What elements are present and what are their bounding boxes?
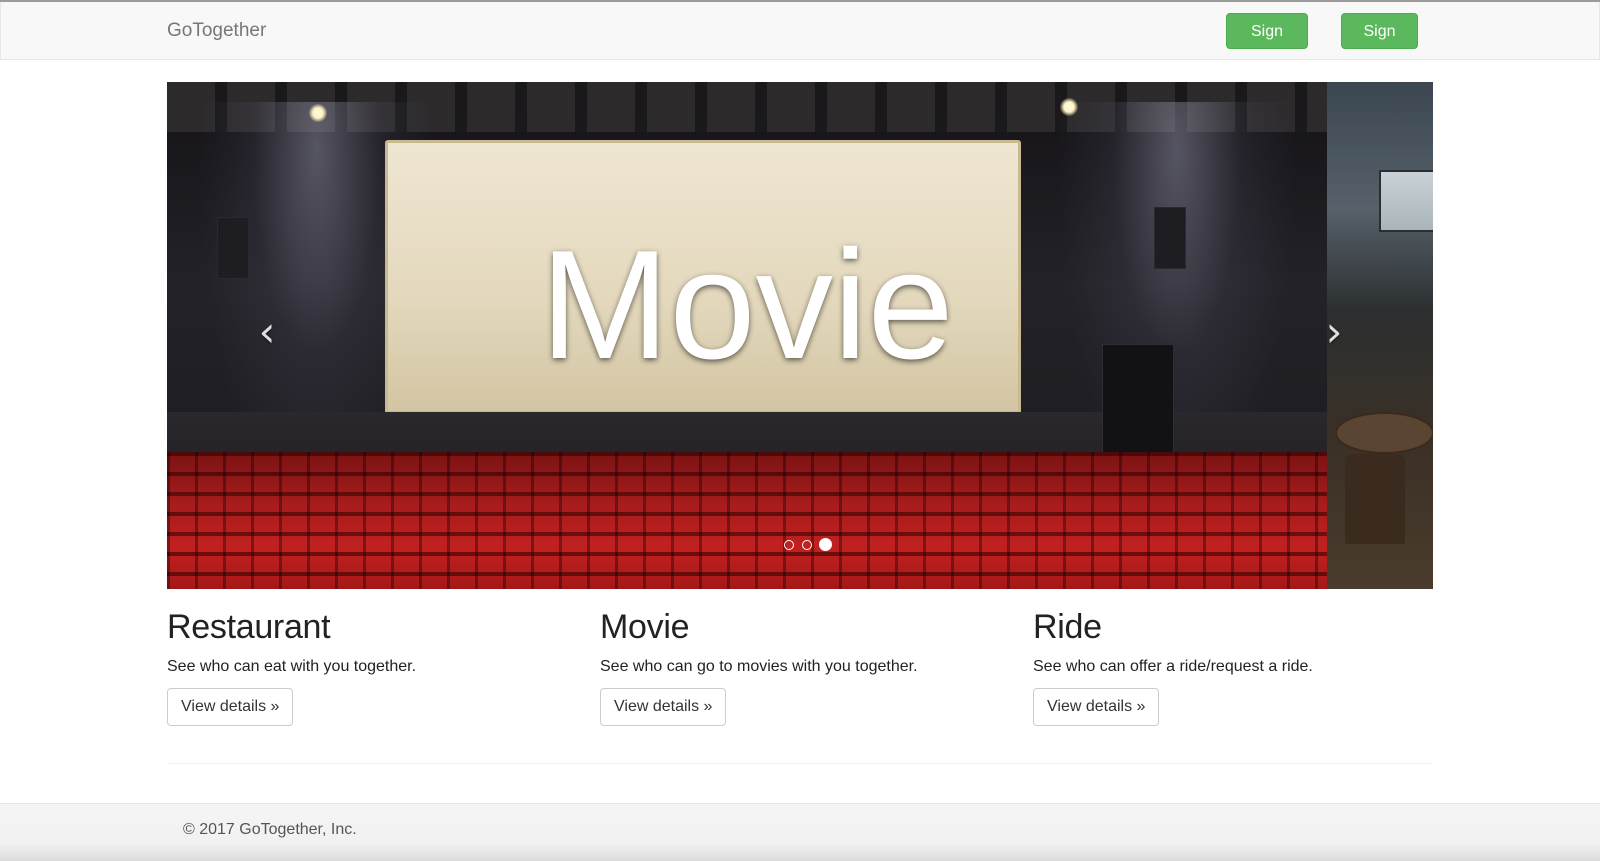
ceiling-light (1060, 98, 1078, 116)
carousel-indicator-3[interactable] (819, 538, 832, 551)
view-details-button[interactable]: View details » (600, 687, 727, 726)
feature-ride: Ride See who can offer a ride/request a … (1033, 607, 1453, 726)
carousel-indicator-2[interactable] (802, 540, 812, 550)
carousel-next-button[interactable]: › (1314, 311, 1354, 353)
view-details-button[interactable]: View details » (1033, 687, 1160, 726)
feature-description: See who can eat with you together. (167, 657, 417, 675)
view-details-button[interactable]: View details » (167, 687, 294, 726)
feature-title: Ride (1033, 608, 1102, 646)
carousel-indicator-1[interactable] (784, 540, 794, 550)
chevron-left-icon: ‹ (258, 307, 276, 356)
feature-description: See who can offer a ride/request a ride. (1033, 657, 1313, 675)
brand-link[interactable]: GoTogether (167, 20, 266, 42)
ceiling-light (309, 104, 327, 122)
hero-carousel: Movie ‹ › (167, 82, 1433, 589)
sign-in-button[interactable]: Sign in (1341, 13, 1418, 76)
footer-copyright: © 2017 GoTogether, Inc. (183, 821, 357, 838)
sign-up-button[interactable]: Sign up (1226, 13, 1308, 76)
section-divider (167, 763, 1433, 764)
carousel-slide-movie-image: Movie (167, 82, 1327, 589)
carousel-indicators (776, 537, 856, 553)
footer: © 2017 GoTogether, Inc. (0, 803, 1600, 861)
feature-description: See who can go to movies with you togeth… (600, 657, 918, 675)
carousel-prev-button[interactable]: ‹ (247, 311, 287, 353)
feature-title: Restaurant (167, 608, 331, 646)
feature-title: Movie (600, 608, 690, 646)
restaurant-window (1379, 170, 1433, 232)
feature-movie: Movie See who can go to movies with you … (600, 607, 1020, 726)
restaurant-chair (1345, 454, 1405, 544)
cinema-seats (167, 452, 1327, 589)
navbar: GoTogether Sign up Sign in (0, 2, 1600, 76)
chevron-right-icon: › (1325, 307, 1343, 356)
carousel-caption: Movie (540, 218, 954, 391)
restaurant-table (1335, 412, 1433, 454)
feature-restaurant: Restaurant See who can eat with you toge… (167, 607, 587, 726)
